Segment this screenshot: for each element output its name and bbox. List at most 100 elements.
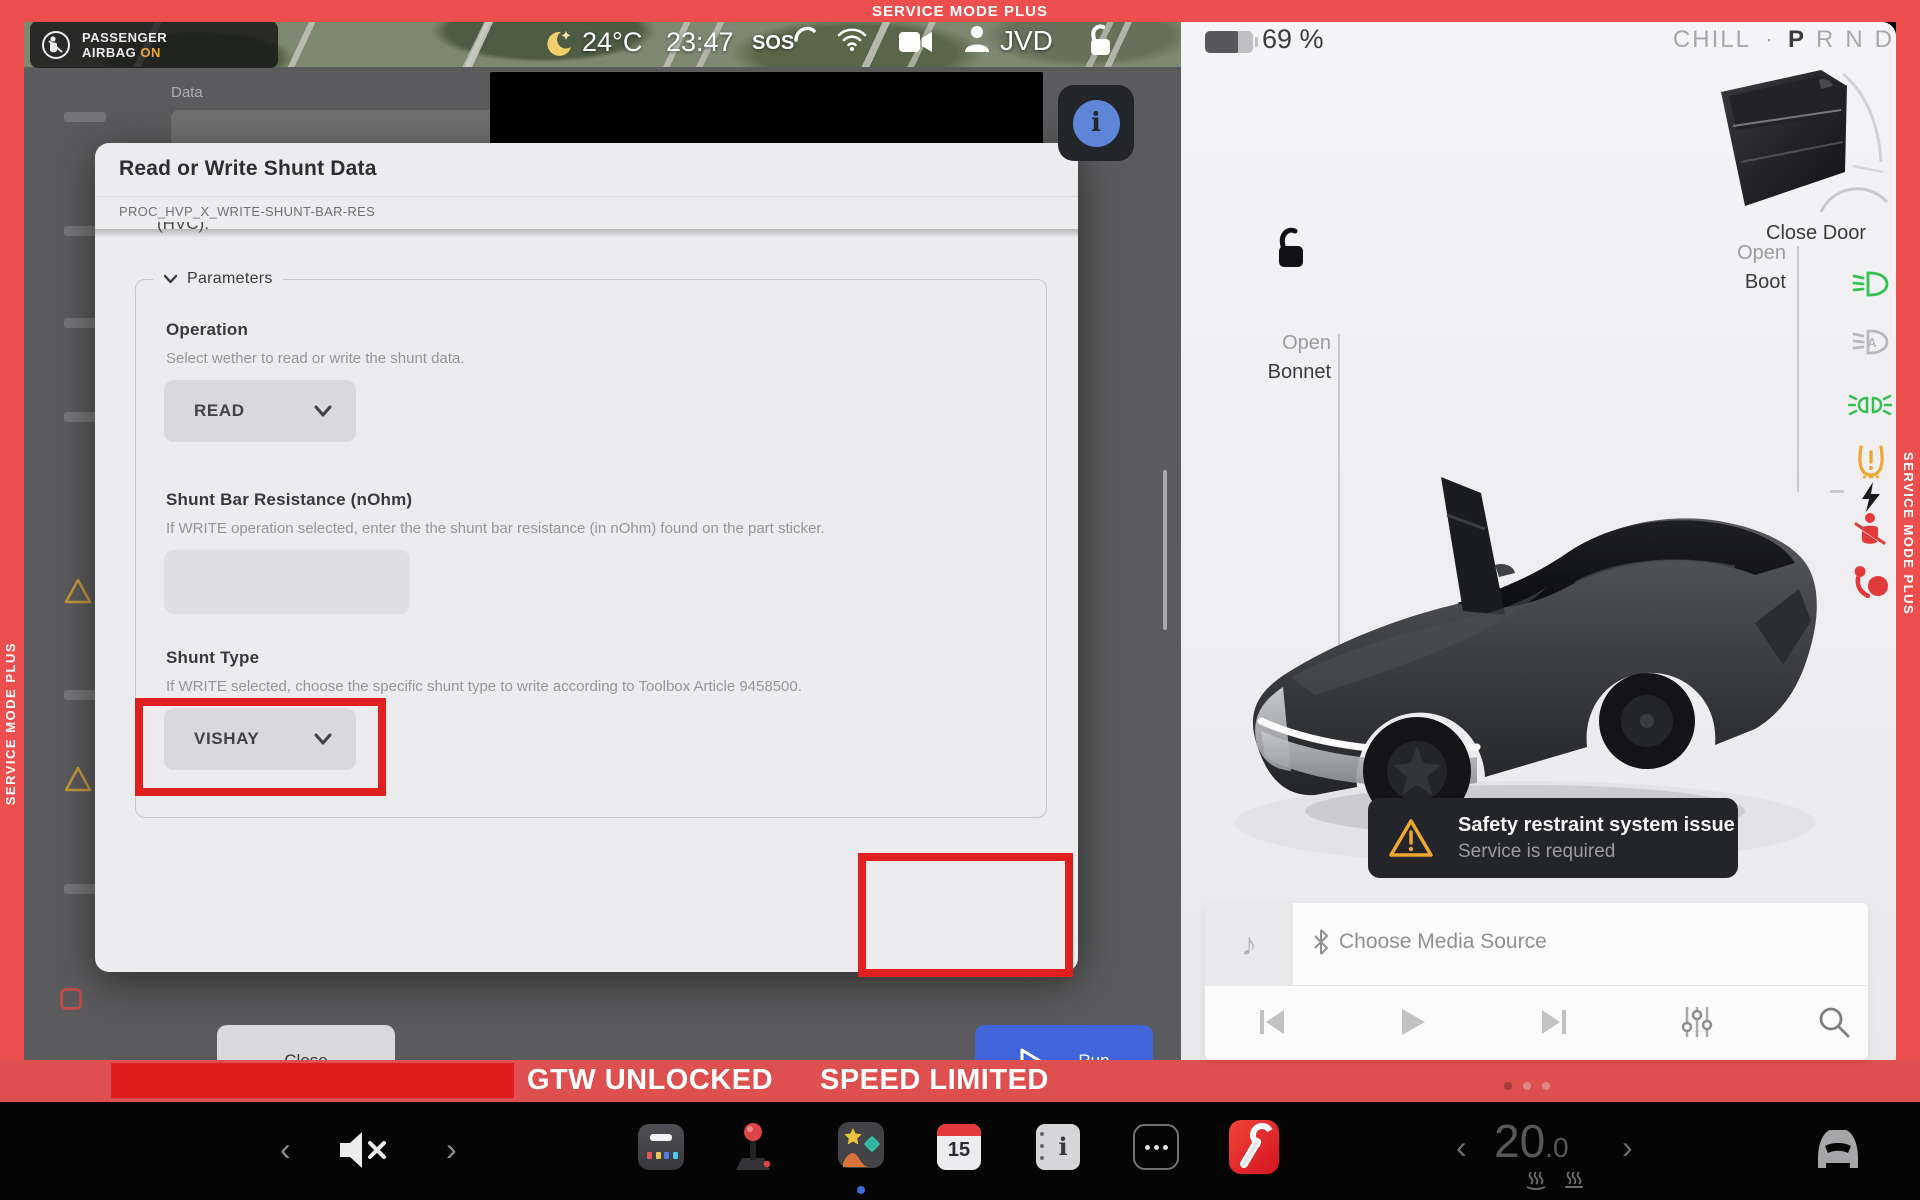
chevron-right-icon[interactable]: › [446, 1134, 457, 1164]
page-dot[interactable] [1523, 1082, 1531, 1090]
volume-muted-icon[interactable] [338, 1128, 390, 1172]
airbag-warning-icon [1852, 564, 1890, 598]
shunt-type-label: Shunt Type [166, 648, 259, 668]
equalizer-settings-button[interactable] [1681, 1005, 1713, 1039]
scroll-shadow [95, 229, 1078, 238]
sidebar-remnant [64, 112, 106, 122]
shunt-type-description: If WRITE selected, choose the specific s… [166, 678, 802, 695]
service-mode-strip-left: SERVICE MODE PLUS [0, 22, 24, 1062]
contacts-app-icon[interactable]: i [1036, 1124, 1080, 1170]
contacts-glyph: i [1050, 1132, 1076, 1161]
climate-temperature[interactable]: 20.0 [1494, 1114, 1569, 1168]
more-apps-icon[interactable] [1133, 1124, 1179, 1170]
sos-handset-icon [794, 24, 816, 44]
dialog-divider [95, 196, 1078, 197]
background-input-remnant [171, 110, 516, 146]
gear-r: R [1816, 26, 1834, 54]
passenger-airbag-badge: PASSENGER AIRBAG ON [30, 21, 278, 68]
background-data-label: Data [171, 84, 203, 101]
info-icon: i [1073, 100, 1120, 147]
operation-description: Select wether to read or write the shunt… [166, 350, 465, 367]
arcade-app-icon[interactable] [726, 1120, 780, 1174]
dialog-title: Read or Write Shunt Data [119, 157, 377, 181]
active-app-dot [857, 1186, 865, 1194]
calendar-app-icon[interactable]: 15 [937, 1124, 981, 1170]
service-mode-strip-right-text: SERVICE MODE PLUS [1901, 452, 1916, 615]
toast-subtitle: Service is required [1458, 841, 1735, 863]
page-dot-active[interactable] [1504, 1082, 1512, 1090]
service-mode-strip-right: SERVICE MODE PLUS [1896, 22, 1920, 1062]
open-bonnet-button[interactable]: Open Bonnet [1233, 332, 1331, 384]
chevron-down-icon [314, 405, 332, 417]
vin-redaction-box [111, 1063, 514, 1098]
page-dot[interactable] [1542, 1082, 1550, 1090]
power-limit-bolt-icon [1860, 482, 1882, 512]
climate-decimal: .0 [1545, 1132, 1568, 1163]
gear-d: D [1875, 26, 1893, 54]
resistance-input[interactable] [164, 550, 410, 614]
skip-previous-button[interactable] [1257, 1007, 1287, 1037]
play-button[interactable] [1399, 1007, 1427, 1037]
airbag-status-icon [40, 29, 72, 61]
svg-text:A: A [1867, 335, 1877, 350]
sos-label: SOS [752, 32, 794, 55]
clipped-scroll-text: (HVC). [157, 222, 209, 237]
calendar-day: 15 [937, 1139, 981, 1162]
climate-increase-chevron[interactable]: › [1622, 1132, 1633, 1162]
dashcam-icon [898, 30, 934, 54]
gear-n: N [1845, 26, 1863, 54]
drive-mode-chill: CHILL [1673, 26, 1751, 54]
front-defrost-icon[interactable] [1524, 1166, 1548, 1190]
operation-select[interactable]: READ [164, 380, 356, 442]
driver-profile-name[interactable]: JVD [1000, 25, 1053, 57]
warning-triangle-icon [64, 766, 92, 792]
chevron-left-icon[interactable]: ‹ [280, 1134, 291, 1164]
media-source-button[interactable]: Choose Media Source [1313, 929, 1547, 955]
airbag-badge-state: ON [140, 45, 161, 60]
moon-icon [543, 28, 573, 60]
alert-banner: GTW UNLOCKED SPEED LIMITED [0, 1060, 1920, 1102]
bluetooth-icon [1313, 929, 1329, 955]
safety-toast: Safety restraint system issue Service is… [1368, 798, 1738, 878]
gear-separator: · [1765, 26, 1774, 54]
driver-profile-icon[interactable] [962, 24, 992, 54]
music-note-icon: ♪ [1241, 926, 1257, 963]
app-launcher-icon[interactable] [638, 1124, 684, 1170]
operation-value: READ [194, 401, 245, 421]
climate-decrease-chevron[interactable]: ‹ [1456, 1132, 1467, 1162]
theater-app-icon[interactable] [838, 1122, 884, 1168]
warning-triangle-icon [1388, 817, 1434, 859]
skip-next-button[interactable] [1539, 1007, 1569, 1037]
app-scrollbar[interactable] [1163, 470, 1167, 630]
media-artwork: ♪ [1205, 903, 1293, 985]
parameters-label: Parameters [187, 270, 273, 288]
battery-icon [1205, 31, 1253, 53]
service-mode-banner-text: SERVICE MODE PLUS [872, 3, 1048, 20]
open-bonnet-word-open: Open [1233, 332, 1331, 355]
procedure-code: PROC_HVP_X_WRITE-SHUNT-BAR-RES [119, 204, 375, 219]
open-door-graphic [1693, 66, 1891, 218]
parameters-legend[interactable]: Parameters [153, 268, 283, 290]
vehicle-controls-icon[interactable] [1808, 1120, 1866, 1174]
operation-label: Operation [166, 320, 248, 340]
open-bonnet-word-bonnet: Bonnet [1233, 361, 1331, 384]
vehicle-unlock-icon[interactable] [1270, 226, 1308, 270]
auto-headlight-icon: A [1850, 328, 1890, 356]
info-button[interactable]: i [1058, 85, 1134, 161]
position-lamps-icon [1848, 392, 1892, 418]
service-app-icon[interactable] [1229, 1120, 1279, 1174]
unlock-status-icon[interactable] [1084, 24, 1114, 58]
search-button[interactable] [1817, 1005, 1851, 1039]
outside-temperature: 24°C [582, 27, 642, 58]
redaction-black-box [490, 72, 1043, 150]
open-boot-button[interactable]: Open Boot [1688, 242, 1786, 294]
clock: 23:47 [666, 27, 734, 58]
annotation-box-run [858, 853, 1073, 977]
airbag-badge-line2: AIRBAG [82, 45, 136, 60]
rear-defrost-icon[interactable] [1562, 1166, 1586, 1190]
climate-value: 20 [1494, 1115, 1545, 1167]
resistance-label: Shunt Bar Resistance (nOhm) [166, 490, 412, 510]
media-divider [1205, 985, 1868, 986]
open-boot-word-open: Open [1688, 242, 1786, 265]
resistance-description: If WRITE operation selected, enter the t… [166, 520, 825, 537]
